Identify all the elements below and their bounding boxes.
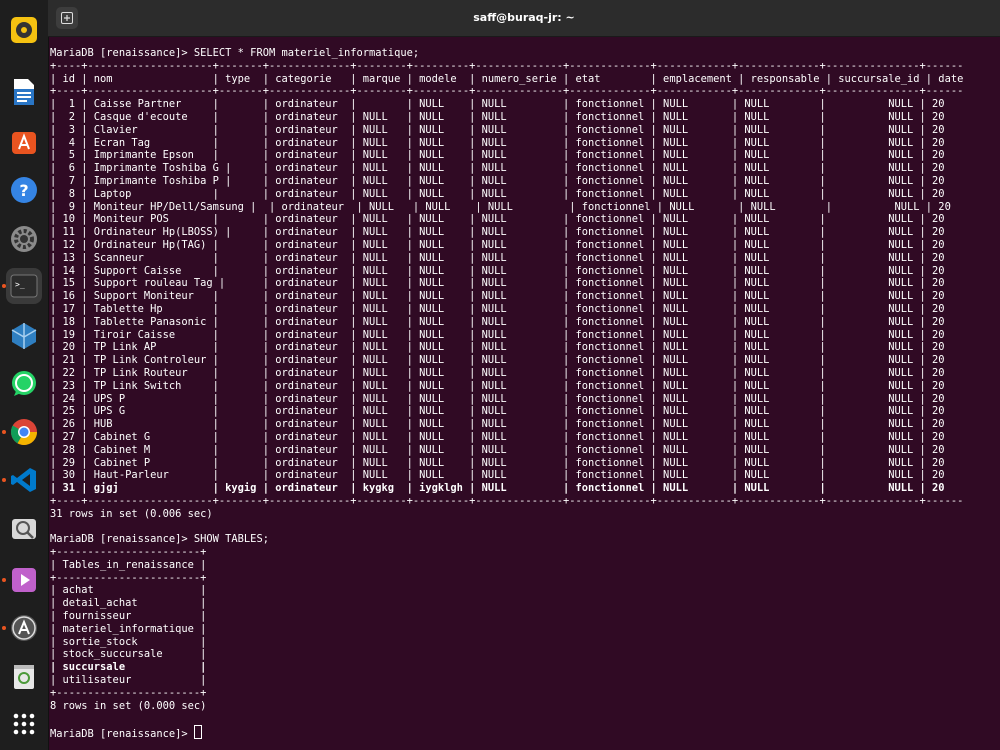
rhythmbox-icon[interactable] bbox=[6, 12, 42, 48]
running-indicator bbox=[2, 578, 6, 582]
virtualbox-icon[interactable] bbox=[6, 318, 42, 354]
terminal-line: | utilisateur | bbox=[50, 674, 207, 687]
terminal-line: | 30 | Haut-Parleur | | ordinateur | NUL… bbox=[50, 469, 945, 482]
terminal-line: | 5 | Imprimante Epson | | ordinateur | … bbox=[50, 149, 945, 162]
terminal-line: | 8 | Laptop | | ordinateur | NULL | NUL… bbox=[50, 187, 945, 200]
terminal-line: | 11 | Ordinateur Hp(LBOSS) | | ordinate… bbox=[50, 226, 945, 239]
terminal-line: 31 rows in set (0.006 sec) bbox=[50, 507, 213, 520]
terminal-line: | 14 | Support Caisse | | ordinateur | N… bbox=[50, 264, 945, 277]
help-icon[interactable]: ? bbox=[6, 172, 42, 208]
terminal-line: | id | nom | type | categorie | marque |… bbox=[50, 72, 964, 85]
terminal-icon[interactable]: >_ bbox=[2, 268, 42, 304]
terminal-line: | 28 | Cabinet M | | ordinateur | NULL |… bbox=[50, 443, 945, 456]
software-updater-icon[interactable] bbox=[2, 610, 42, 646]
terminal-line: | achat | bbox=[50, 584, 207, 597]
terminal-line: | stock_succursale | bbox=[50, 648, 207, 661]
terminal-line: | 6 | Imprimante Toshiba G | | ordinateu… bbox=[50, 162, 945, 175]
vscode-icon[interactable] bbox=[2, 462, 42, 498]
screenshot-icon[interactable] bbox=[6, 512, 42, 548]
libreoffice-writer-icon[interactable] bbox=[6, 74, 42, 110]
terminal-line: | 2 | Casque d'ecoute | | ordinateur | N… bbox=[50, 110, 945, 123]
running-indicator bbox=[2, 626, 6, 630]
running-indicator bbox=[2, 284, 6, 288]
terminal-line: MariaDB [renaissance]> bbox=[50, 728, 194, 741]
svg-text:?: ? bbox=[19, 181, 28, 200]
running-indicator bbox=[2, 478, 6, 482]
terminal-line: | succursale | bbox=[50, 661, 207, 674]
show-apps-icon[interactable] bbox=[6, 706, 42, 742]
terminal-line: | 29 | Cabinet P | | ordinateur | NULL |… bbox=[50, 456, 945, 469]
trash-icon[interactable] bbox=[6, 658, 42, 694]
terminal-line: | 19 | Tiroir Caisse | | ordinateur | NU… bbox=[50, 328, 945, 341]
dock: ? >_ bbox=[0, 0, 49, 750]
terminal-line: | 9 | Moniteur HP/Dell/Samsung | | ordin… bbox=[50, 200, 951, 213]
terminal-line: +----+--------------------+-------+-----… bbox=[50, 59, 964, 72]
terminal-line: | 20 | TP Link AP | | ordinateur | NULL … bbox=[50, 341, 945, 354]
terminal-titlebar: saff@buraq-jr: ~ bbox=[48, 0, 1000, 37]
terminal-line: | 17 | Tablette Hp | | ordinateur | NULL… bbox=[50, 302, 945, 315]
terminal-line: 8 rows in set (0.000 sec) bbox=[50, 699, 207, 712]
terminal-line: | 27 | Cabinet G | | ordinateur | NULL |… bbox=[50, 430, 945, 443]
window-title: saff@buraq-jr: ~ bbox=[473, 11, 575, 24]
terminal-line: | 15 | Support rouleau Tag | | ordinateu… bbox=[50, 277, 945, 290]
terminal-line: | 21 | TP Link Controleur | | ordinateur… bbox=[50, 354, 945, 367]
media-player-icon[interactable] bbox=[2, 562, 42, 598]
settings-icon[interactable] bbox=[6, 221, 42, 257]
terminal-line: | 7 | Imprimante Toshiba P | | ordinateu… bbox=[50, 174, 945, 187]
terminal-line: | 31 | gjgj | kygig | ordinateur | kygkg… bbox=[50, 482, 945, 495]
terminal-line: +----+--------------------+-------+-----… bbox=[50, 494, 964, 507]
terminal-line: | 18 | Tablette Panasonic | | ordinateur… bbox=[50, 315, 945, 328]
terminal-line: | 10 | Moniteur POS | | ordinateur | NUL… bbox=[50, 213, 945, 226]
terminal-line: | detail_achat | bbox=[50, 597, 207, 610]
terminal-line: +----+--------------------+-------+-----… bbox=[50, 85, 964, 98]
terminal-line: MariaDB [renaissance]> SELECT * FROM mat… bbox=[50, 47, 420, 59]
terminal-text: MariaDB [renaissance]> SELECT * FROM mat… bbox=[50, 47, 963, 741]
terminal-line: | sortie_stock | bbox=[50, 635, 207, 648]
running-indicator bbox=[2, 430, 6, 434]
terminal-line: | 1 | Caisse Partner | | ordinateur | | … bbox=[50, 98, 945, 111]
terminal-line: +-----------------------+ bbox=[50, 546, 207, 559]
terminal-line: | 4 | Ecran Tag | | ordinateur | NULL | … bbox=[50, 136, 945, 149]
terminal-line: MariaDB [renaissance]> SHOW TABLES; bbox=[50, 533, 269, 546]
terminal-line: | 24 | UPS P | | ordinateur | NULL | NUL… bbox=[50, 392, 945, 405]
terminal-line: | 26 | HUB | | ordinateur | NULL | NULL … bbox=[50, 418, 945, 431]
text-cursor bbox=[193, 725, 202, 740]
whatsapp-icon[interactable] bbox=[6, 366, 42, 402]
terminal-line: | fournisseur | bbox=[50, 610, 207, 623]
ubuntu-software-icon[interactable] bbox=[6, 124, 42, 160]
svg-text:>_: >_ bbox=[15, 280, 25, 289]
terminal-line: | 16 | Support Moniteur | | ordinateur |… bbox=[50, 290, 945, 303]
terminal-line: | 13 | Scanneur | | ordinateur | NULL | … bbox=[50, 251, 945, 264]
terminal-line: | 25 | UPS G | | ordinateur | NULL | NUL… bbox=[50, 405, 945, 418]
terminal-line: | 12 | Ordinateur Hp(TAG) | | ordinateur… bbox=[50, 238, 945, 251]
terminal-line: | materiel_informatique | bbox=[50, 622, 207, 635]
terminal-output[interactable]: MariaDB [renaissance]> SELECT * FROM mat… bbox=[48, 36, 1000, 750]
terminal-line: +-----------------------+ bbox=[50, 571, 207, 584]
chrome-icon[interactable] bbox=[2, 414, 42, 450]
terminal-line: +-----------------------+ bbox=[50, 686, 207, 699]
terminal-line: | 3 | Clavier | | ordinateur | NULL | NU… bbox=[50, 123, 945, 136]
terminal-line: | Tables_in_renaissance | bbox=[50, 558, 207, 571]
terminal-line: | 22 | TP Link Routeur | | ordinateur | … bbox=[50, 366, 945, 379]
terminal-line: | 23 | TP Link Switch | | ordinateur | N… bbox=[50, 379, 945, 392]
